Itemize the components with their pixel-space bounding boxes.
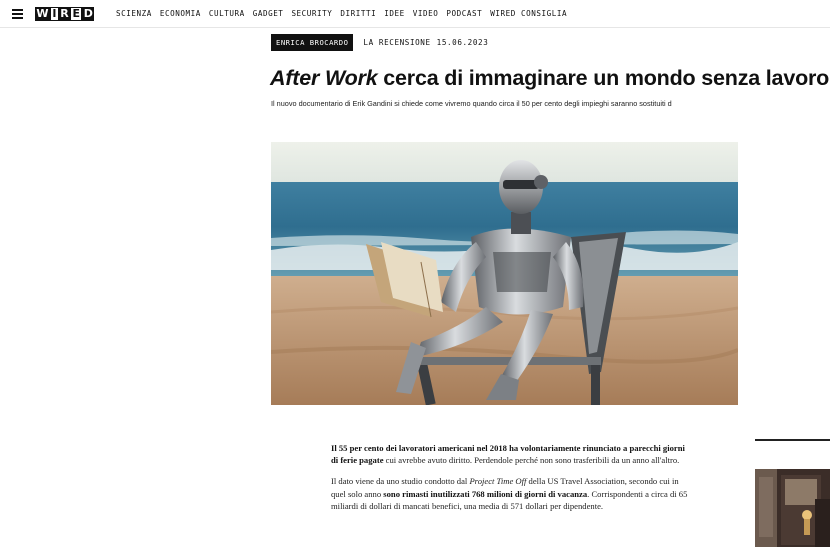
article-meta: LA RECENSIONE 15.06.2023: [363, 38, 488, 47]
paragraph-italic: Project Time Off: [469, 476, 527, 487]
article-body: Il 55 per cento dei lavoratori americani…: [331, 442, 691, 521]
nav-link-diritti[interactable]: DIRITTI: [340, 9, 376, 18]
nav-link-economia[interactable]: ECONOMIA: [160, 9, 201, 18]
author-badge[interactable]: ENRICA BROCARDO: [271, 34, 354, 51]
section-label: LA RECENSIONE: [363, 38, 431, 47]
hamburger-menu-icon[interactable]: [12, 9, 23, 19]
section-nav: SCIENZA ECONOMIA CULTURA GADGET SECURITY…: [116, 9, 567, 18]
nav-link-scienza[interactable]: SCIENZA: [116, 9, 152, 18]
thumbnail-image: [755, 469, 830, 547]
logo-letter: R: [58, 6, 71, 21]
paragraph-bold: sono rimasti inutilizzati 768 milioni di…: [383, 488, 588, 499]
nav-link-wired-consiglia[interactable]: WIRED CONSIGLIA: [490, 9, 567, 18]
top-navigation: W I R E D SCIENZA ECONOMIA CULTURA GADGE…: [0, 0, 830, 28]
byline: ENRICA BROCARDO LA RECENSIONE 15.06.2023: [271, 34, 488, 51]
robot-reading-illustration: [271, 142, 738, 405]
related-article-thumbnail[interactable]: [755, 469, 830, 547]
logo-letter: W: [35, 6, 50, 21]
publish-date: 15.06.2023: [436, 38, 489, 47]
title-rest: cerca di immaginare un mondo senza lavor…: [377, 66, 830, 90]
article-dek: Il nuovo documentario di Erik Gandini si…: [271, 99, 672, 108]
logo-letter: E: [70, 6, 83, 21]
article-paragraph: Il 55 per cento dei lavoratori americani…: [331, 442, 691, 466]
logo-letter: I: [49, 6, 59, 21]
title-italic-part: After Work: [270, 66, 378, 90]
hero-image: [271, 142, 738, 405]
nav-link-video[interactable]: VIDEO: [413, 9, 439, 18]
nav-link-gadget[interactable]: GADGET: [253, 9, 284, 18]
paragraph-text: Il dato viene da uno studio condotto dal: [331, 476, 470, 487]
nav-link-idee[interactable]: IDEE: [384, 9, 405, 18]
paragraph-text: cui avrebbe avuto diritto. Perdendole pe…: [383, 455, 680, 466]
article-title: After Work cerca di immaginare un mondo …: [270, 66, 830, 91]
sidebar-divider: [755, 439, 830, 441]
nav-link-security[interactable]: SECURITY: [291, 9, 332, 18]
article-paragraph: Il dato viene da uno studio condotto dal…: [331, 475, 691, 512]
nav-link-cultura[interactable]: CULTURA: [209, 9, 245, 18]
wired-logo[interactable]: W I R E D: [35, 6, 95, 21]
nav-link-podcast[interactable]: PODCAST: [446, 9, 482, 18]
logo-letter: D: [82, 6, 95, 21]
